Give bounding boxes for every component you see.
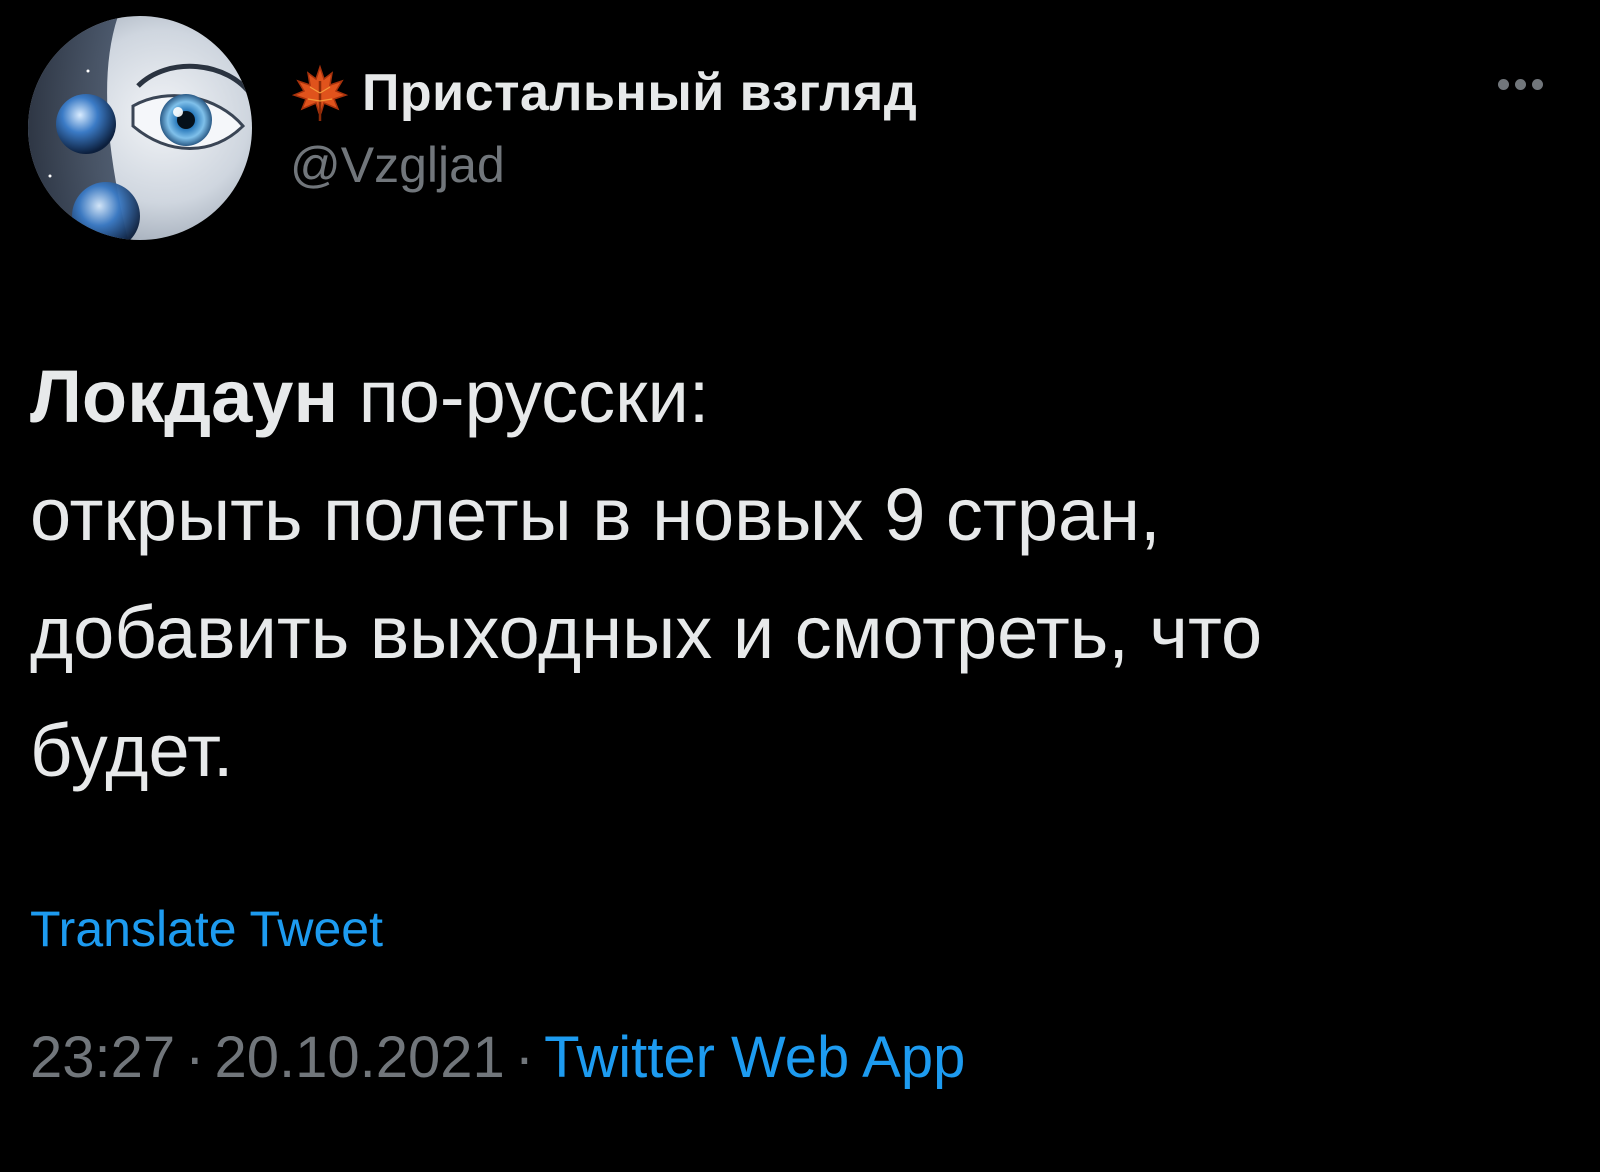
tweet-line-2: открыть полеты в новых 9 стран,	[30, 473, 1161, 556]
meta-separator: ·	[185, 1025, 205, 1090]
more-dots-icon	[1531, 78, 1543, 90]
maple-leaf-icon	[291, 64, 349, 121]
more-options-button[interactable]	[1480, 64, 1560, 104]
tweet-card: Пристальный взгляд @Vzgljad Локдаун по-р…	[0, 0, 1600, 1172]
author-name-row[interactable]: Пристальный взгляд	[290, 58, 917, 128]
avatar-image	[28, 16, 252, 240]
tweet-bold-word: Локдаун	[30, 355, 339, 438]
user-handle[interactable]: @Vzgljad	[290, 136, 505, 194]
translate-tweet-link[interactable]: Translate Tweet	[30, 900, 383, 958]
meta-separator: ·	[514, 1025, 535, 1090]
tweet-source-link[interactable]: Twitter Web App	[544, 1025, 965, 1090]
tweet-line-1: Локдаун по-русски:	[30, 338, 1570, 456]
tweet-line-1-rest: по-русски:	[338, 355, 710, 438]
tweet-date[interactable]: 20.10.2021	[214, 1025, 504, 1090]
tweet-meta: 23:27 · 20.10.2021 · Twitter Web App	[30, 1024, 965, 1091]
more-dots-icon	[1497, 78, 1509, 90]
tweet-time[interactable]: 23:27	[30, 1025, 175, 1090]
display-name: Пристальный взгляд	[362, 64, 918, 122]
tweet-line-3: добавить выходных и смотреть, что	[30, 591, 1263, 674]
more-dots-icon	[1514, 78, 1526, 90]
avatar[interactable]	[28, 16, 252, 240]
tweet-text: Локдаун по-русски: открыть полеты в новы…	[30, 338, 1570, 810]
tweet-line-4: будет.	[30, 709, 234, 792]
